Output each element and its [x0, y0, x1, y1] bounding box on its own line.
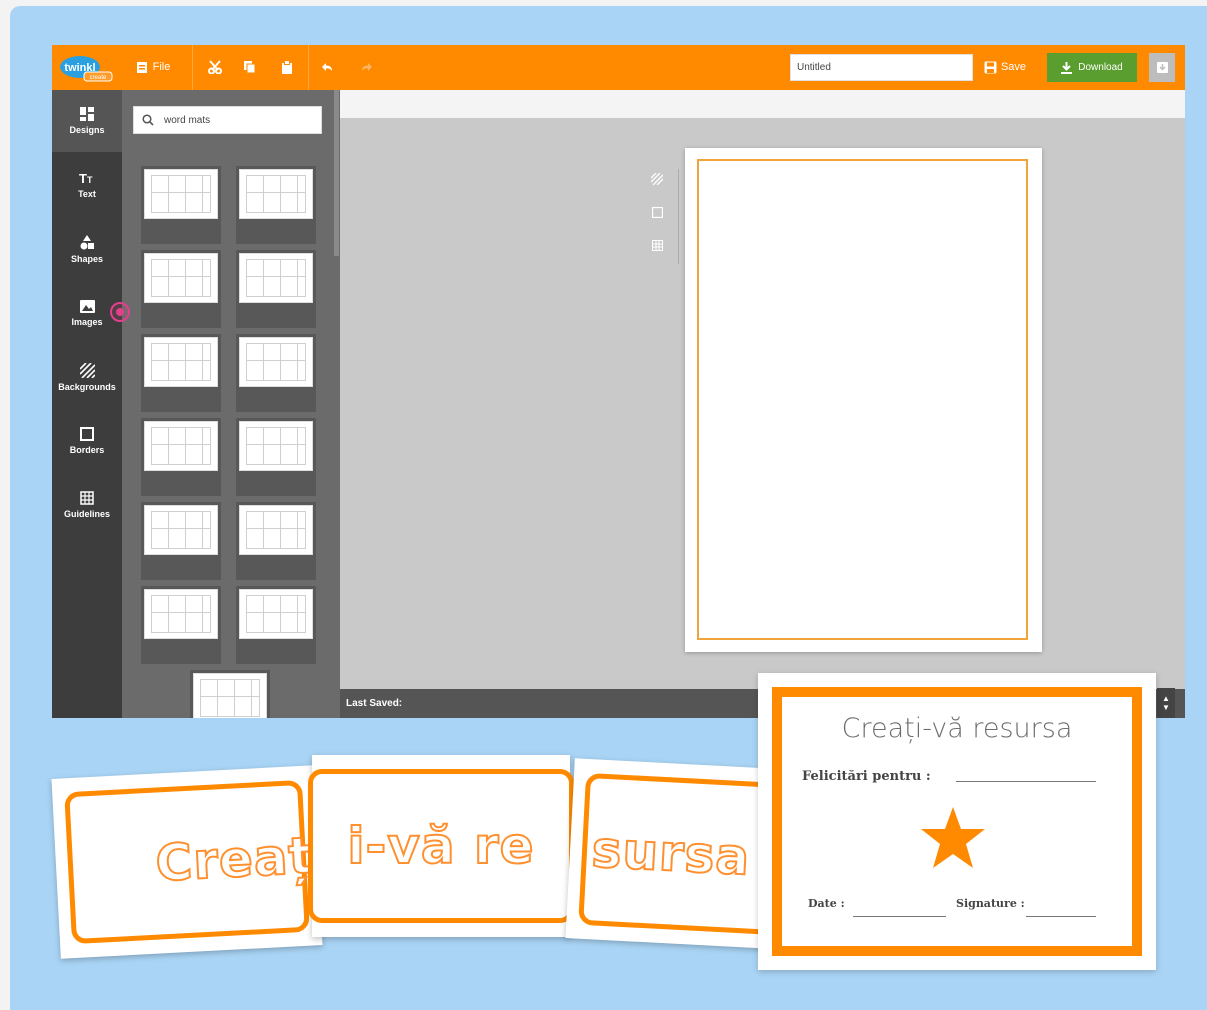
certificate-signature-label: Signature :	[956, 897, 1025, 910]
certificate-rule	[1026, 916, 1096, 917]
template-thumbnail[interactable]	[236, 586, 316, 664]
template-thumbnail[interactable]	[190, 670, 270, 718]
certificate-congrats-label: Felicitări pentru :	[802, 769, 931, 784]
template-thumbnail[interactable]	[236, 418, 316, 496]
rail-label: Borders	[69, 445, 105, 455]
borders-tool[interactable]	[648, 204, 666, 220]
page-border	[697, 159, 1028, 640]
export-button[interactable]	[1149, 53, 1175, 82]
word-card: Creaț	[51, 765, 323, 959]
copy-icon	[243, 61, 255, 74]
design-page[interactable]	[685, 148, 1042, 652]
side-rail: Designs TT Text Shapes Images Background…	[52, 90, 122, 718]
rail-label: Backgrounds	[58, 381, 116, 392]
rail-label: Designs	[69, 125, 105, 135]
template-thumbnail[interactable]	[141, 166, 221, 244]
search-input[interactable]: word mats	[164, 115, 210, 126]
guidelines-icon	[80, 491, 94, 505]
last-saved-label: Last Saved:	[346, 698, 403, 709]
editor-window: twinkl create File Save	[52, 45, 1185, 718]
template-thumbnail[interactable]	[141, 502, 221, 580]
star-icon	[921, 807, 985, 868]
template-thumbnail[interactable]	[236, 250, 316, 328]
save-button[interactable]: Save	[982, 53, 1028, 81]
click-indicator	[110, 302, 130, 322]
toolbar-divider	[192, 45, 193, 90]
cut-button[interactable]	[204, 53, 226, 81]
rail-item-backgrounds[interactable]: Backgrounds	[52, 346, 122, 408]
template-thumbnail[interactable]	[141, 334, 221, 412]
backgrounds-icon	[651, 173, 663, 185]
search-icon	[142, 114, 154, 126]
twinkl-logo[interactable]: twinkl create	[58, 54, 114, 82]
template-thumbnail[interactable]	[141, 418, 221, 496]
guidelines-tool[interactable]	[648, 237, 666, 253]
download-button[interactable]: Download	[1047, 53, 1137, 82]
toolbar-divider	[308, 45, 309, 90]
template-thumbnail[interactable]	[141, 250, 221, 328]
backgrounds-tool[interactable]	[648, 171, 666, 187]
rail-item-guidelines[interactable]: Guidelines	[52, 474, 122, 536]
card-word: i-vă re	[346, 816, 535, 876]
file-icon	[136, 61, 147, 73]
download-icon	[1061, 61, 1073, 74]
file-label: File	[152, 61, 171, 73]
rail-label: Guidelines	[63, 509, 110, 519]
template-thumbnail[interactable]	[236, 502, 316, 580]
certificate-date-label: Date :	[808, 897, 845, 910]
scissors-icon	[208, 60, 222, 74]
designs-panel: word mats	[122, 90, 340, 718]
svg-text:T: T	[87, 175, 93, 185]
clipboard-icon	[282, 60, 292, 74]
zoom-stepper[interactable]: ▲ ▼	[1157, 688, 1175, 718]
template-thumbnail[interactable]	[236, 334, 316, 412]
redo-button[interactable]	[356, 53, 378, 81]
rail-item-text[interactable]: TT Text	[52, 154, 122, 216]
grid-icon	[80, 107, 94, 121]
undo-icon	[322, 63, 332, 71]
save-label: Save	[1000, 61, 1027, 73]
panel-scrollbar[interactable]	[334, 90, 339, 256]
rail-label: Images	[71, 316, 103, 327]
canvas-ruler-bar	[340, 90, 1185, 118]
chevron-down-icon[interactable]: ▼	[1162, 703, 1170, 712]
copy-button[interactable]	[238, 53, 260, 81]
download-label: Download	[1078, 62, 1123, 73]
rail-item-shapes[interactable]: Shapes	[52, 218, 122, 280]
design-search[interactable]: word mats	[133, 106, 322, 134]
border-icon	[651, 206, 663, 218]
certificate-title: Creați-vă resursa	[841, 713, 1073, 744]
chevron-up-icon[interactable]: ▲	[1162, 694, 1170, 703]
guidelines-icon	[651, 239, 663, 251]
save-to-device-icon	[1156, 62, 1168, 73]
file-menu-button[interactable]: File	[130, 53, 176, 81]
redo-icon	[362, 63, 372, 71]
shapes-icon	[80, 234, 94, 249]
template-thumbnail[interactable]	[236, 166, 316, 244]
canvas-quick-tools	[648, 169, 679, 264]
rail-item-designs[interactable]: Designs	[52, 90, 122, 152]
certificate-preview: Creați-vă resursa Felicitări pentru : Da…	[758, 673, 1156, 970]
rail-item-borders[interactable]: Borders	[52, 410, 122, 472]
image-icon	[79, 299, 95, 313]
undo-button[interactable]	[316, 53, 338, 81]
rail-label: Text	[78, 189, 96, 199]
logo-sub: create	[90, 75, 107, 81]
word-card: i-vă re	[308, 755, 574, 937]
floppy-icon	[984, 61, 997, 73]
backgrounds-icon	[79, 362, 95, 378]
certificate-rule	[853, 916, 946, 917]
document-title-input[interactable]	[790, 54, 973, 81]
paste-button[interactable]	[276, 53, 298, 81]
svg-text:T: T	[79, 171, 87, 185]
top-toolbar: twinkl create File Save	[52, 45, 1185, 90]
text-icon: TT	[79, 171, 93, 185]
certificate-rule	[956, 781, 1096, 782]
template-thumbnail[interactable]	[141, 586, 221, 664]
border-icon	[80, 427, 94, 441]
rail-label: Shapes	[70, 253, 103, 264]
